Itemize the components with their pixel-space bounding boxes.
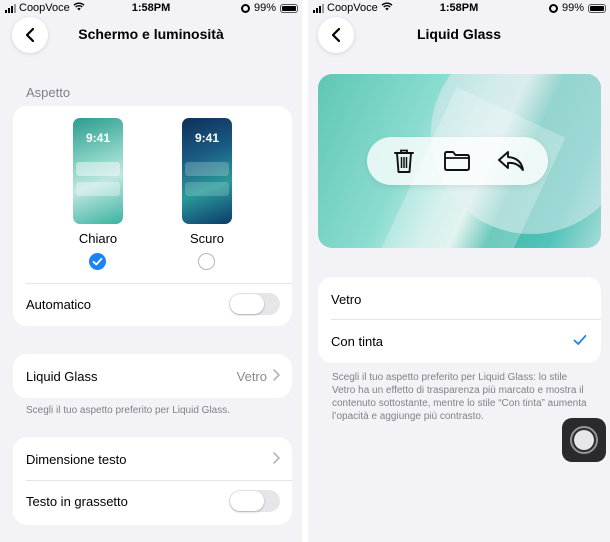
liquid-glass-value: Vetro bbox=[236, 368, 267, 384]
battery-percent: 99% bbox=[561, 2, 584, 14]
battery-percent: 99% bbox=[253, 2, 276, 14]
folder-icon bbox=[442, 146, 472, 176]
appearance-card: 9:41 Chiaro 9:41 Scuro Automatico bbox=[13, 106, 292, 326]
trash-icon bbox=[389, 146, 419, 176]
liquid-glass-description: Scegli il tuo aspetto preferito per Liqu… bbox=[332, 372, 587, 422]
display-brightness-screen: CoopVoce 1:58PM 99% Schermo e luminosità… bbox=[0, 0, 302, 542]
liquid-glass-label: Liquid Glass bbox=[26, 368, 98, 384]
battery-icon bbox=[588, 3, 606, 13]
bold-text-toggle[interactable] bbox=[229, 490, 280, 512]
alarm-icon bbox=[240, 3, 250, 13]
dark-radio-button[interactable] bbox=[198, 253, 215, 270]
liquid-glass-preview bbox=[318, 74, 601, 248]
battery-icon bbox=[280, 3, 298, 13]
preview-time: 9:41 bbox=[194, 131, 220, 145]
bold-text-row: Testo in grassetto bbox=[26, 489, 280, 513]
assistive-touch-icon bbox=[570, 426, 598, 454]
reply-icon bbox=[496, 146, 526, 176]
text-size-label: Dimensione testo bbox=[26, 451, 127, 467]
style-options-card: Vetro Con tinta bbox=[318, 277, 601, 363]
checkmark-icon bbox=[573, 334, 587, 349]
dark-mode-preview[interactable]: 9:41 bbox=[182, 118, 232, 224]
chevron-right-icon bbox=[273, 451, 281, 467]
page-title: Liquid Glass bbox=[416, 26, 501, 42]
assistive-touch-button[interactable] bbox=[562, 418, 606, 462]
automatic-toggle[interactable] bbox=[229, 293, 280, 315]
back-button[interactable] bbox=[12, 17, 48, 53]
option-con-tinta-label: Con tinta bbox=[331, 333, 384, 349]
glass-toolbar bbox=[367, 137, 548, 185]
liquid-glass-card[interactable]: Liquid Glass Vetro bbox=[13, 354, 292, 398]
chevron-left-icon bbox=[331, 27, 341, 43]
option-vetro[interactable]: Vetro bbox=[331, 287, 587, 311]
liquid-glass-footnote: Scegli il tuo aspetto preferito per Liqu… bbox=[26, 405, 230, 416]
bold-text-label: Testo in grassetto bbox=[26, 493, 128, 509]
light-option-label: Chiaro bbox=[78, 231, 118, 246]
alarm-icon bbox=[548, 3, 558, 13]
text-size-row[interactable]: Dimensione testo bbox=[26, 447, 281, 471]
chevron-right-icon bbox=[273, 368, 281, 384]
back-button[interactable] bbox=[318, 17, 354, 53]
automatic-label: Automatico bbox=[26, 296, 92, 312]
preview-time: 9:41 bbox=[85, 131, 111, 145]
liquid-glass-row[interactable]: Liquid Glass Vetro bbox=[26, 364, 281, 388]
status-bar: CoopVoce 1:58PM 99% bbox=[308, 0, 610, 16]
text-settings-card: Dimensione testo Testo in grassetto bbox=[13, 437, 292, 525]
automatic-row: Automatico bbox=[26, 292, 280, 316]
dark-option-label: Scuro bbox=[190, 231, 224, 246]
checkmark-icon bbox=[92, 257, 103, 266]
liquid-glass-screen: CoopVoce 1:58PM 99% Liquid Glass Vetro C… bbox=[308, 0, 610, 542]
chevron-left-icon bbox=[25, 27, 35, 43]
status-bar: CoopVoce 1:58PM 99% bbox=[0, 0, 302, 16]
option-con-tinta[interactable]: Con tinta bbox=[331, 329, 587, 353]
section-header-appearance: Aspetto bbox=[26, 85, 71, 100]
option-vetro-label: Vetro bbox=[331, 291, 362, 307]
page-title: Schermo e luminosità bbox=[78, 26, 224, 42]
light-mode-preview[interactable]: 9:41 bbox=[73, 118, 123, 224]
light-radio-button[interactable] bbox=[89, 253, 106, 270]
